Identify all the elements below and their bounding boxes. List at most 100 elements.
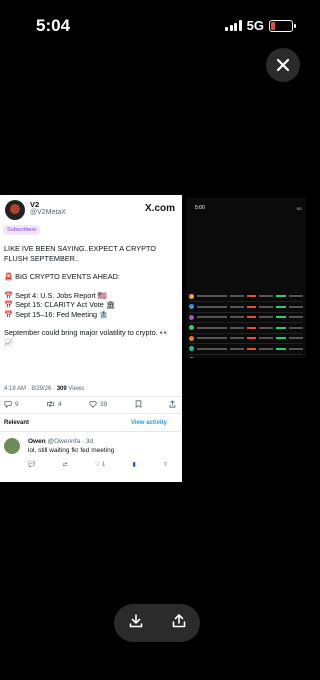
preview-row-icon [189, 356, 194, 358]
reply-upload-icon[interactable]: ⇧ [163, 461, 168, 468]
signal-icon [225, 20, 242, 31]
preview-row-cell [289, 305, 303, 308]
reply-button[interactable]: 9 [4, 400, 19, 408]
preview-row-cell [289, 347, 303, 350]
sort-relevant[interactable]: Relevant [4, 420, 29, 426]
preview-row-cell [196, 316, 227, 318]
preview-row-cell [229, 316, 244, 318]
preview-row-cell [289, 337, 303, 339]
preview-row-icon [189, 304, 194, 309]
preview-row-cell [276, 337, 287, 339]
retweet-icon [47, 400, 54, 408]
subscribers-label: Subscribers [7, 227, 37, 233]
preview-row-cell [196, 295, 227, 297]
preview-row-cell [259, 337, 274, 339]
reply-icon [4, 401, 12, 408]
tweet-body: LIKE IVE BEEN SAYING..EXPECT A CRYPTO FL… [4, 244, 176, 356]
preview-row-cell [229, 305, 244, 308]
network-label: 5G [246, 18, 264, 33]
tweet-actions: 9 4 39 [4, 400, 176, 408]
tweet-screenshot[interactable]: V2 @V2MetaX X.com Subscribers LIKE IVE B… [0, 195, 182, 482]
reply-like-count: 1 [101, 462, 106, 468]
preview-row-cell [276, 326, 287, 329]
preview-row-cell [246, 295, 257, 297]
reply-retweet-icon[interactable]: ⇄ [63, 461, 68, 468]
preview-row-icon [189, 325, 194, 330]
reply-text: lol, still waiting fkr fed meeting [28, 447, 115, 454]
secondary-screenshot-preview[interactable]: 5:00 5G [186, 198, 306, 358]
preview-row-cell [276, 316, 287, 318]
tweet-paragraph: LIKE IVE BEEN SAYING..EXPECT A CRYPTO FL… [4, 244, 156, 263]
preview-row-cell [246, 337, 257, 339]
preview-row-cell [259, 305, 274, 308]
preview-row-cell [246, 305, 257, 308]
preview-row-icon [189, 314, 194, 320]
reply-author: Owen @Owennfa · 3d [28, 438, 93, 445]
heart-icon [89, 400, 97, 408]
reply-bookmark-icon[interactable]: ▮ [132, 461, 135, 468]
like-count: 39 [100, 400, 108, 408]
preview-row-cell [276, 295, 287, 297]
preview-row-cell [229, 337, 244, 339]
divider [0, 396, 182, 397]
preview-row-icon [189, 346, 194, 351]
preview-row-cell [229, 326, 244, 329]
tweet-paragraph: 📅 Sept 4: U.S. Jobs Report 🇺🇸 📅 Sept 15:… [4, 290, 116, 319]
divider [0, 413, 182, 414]
preview-row-cell [229, 295, 244, 297]
preview-row-cell [246, 326, 257, 329]
reply-avatar [4, 438, 20, 454]
preview-row [189, 344, 303, 355]
tweet-meta: 4:19 AM · 8/29/26 · 309 Views [4, 386, 84, 392]
preview-row [189, 354, 303, 358]
close-icon [276, 58, 290, 72]
share-button[interactable] [171, 613, 187, 634]
preview-row-cell [196, 305, 227, 308]
like-button[interactable]: 39 [89, 400, 107, 408]
preview-row-cell [289, 316, 303, 318]
reply-name: Owen [28, 438, 46, 445]
preview-row-cell [246, 316, 257, 318]
preview-row [189, 291, 303, 302]
tweet-paragraph: September could bring major volatility t… [4, 328, 169, 347]
preview-row-cell [259, 326, 274, 329]
preview-status: 5G [296, 206, 302, 211]
preview-row-icon [189, 335, 194, 341]
preview-row-cell [259, 316, 274, 318]
subscribers-badge: Subscribers [3, 225, 41, 235]
tweet-timestamp: 4:19 AM · 8/29/26 · [4, 386, 57, 392]
view-activity-link[interactable]: View activity [131, 420, 167, 426]
preview-row-cell [289, 326, 303, 329]
preview-row-cell [246, 347, 257, 350]
reply-like-button[interactable]: ♡ 1 [95, 461, 105, 468]
bottom-action-pill [114, 604, 200, 642]
preview-row-cell [196, 326, 227, 329]
status-time: 5:04 [36, 16, 71, 35]
share-icon [172, 613, 185, 627]
preview-row [189, 312, 303, 323]
close-button[interactable] [266, 48, 300, 82]
bookmark-icon [135, 400, 141, 408]
preview-row-cell [196, 337, 227, 339]
download-button[interactable] [128, 613, 144, 634]
reply-handle: @Owennfa · 3d [47, 438, 94, 445]
preview-time: 5:00 [195, 205, 205, 211]
tweet-paragraph: 🚨 BIG CRYPTO EVENTS AHEAD: [4, 272, 120, 281]
preview-row [189, 333, 303, 344]
retweet-count: 4 [58, 400, 62, 408]
divider [0, 431, 182, 432]
reply-reply-icon[interactable]: 💬 [28, 461, 35, 468]
preview-row [189, 302, 303, 313]
retweet-button[interactable]: 4 [46, 400, 62, 408]
preview-row-cell [196, 347, 227, 350]
bookmark-button[interactable] [135, 400, 142, 408]
share-tweet-button[interactable] [169, 400, 176, 408]
preview-row-cell [276, 347, 287, 350]
author-avatar [5, 200, 25, 220]
preview-row-icon [189, 293, 194, 299]
author-handle: @V2MetaX [30, 209, 66, 216]
reply-actions: 💬 ⇄ ♡ 1 ▮ ⇧ [28, 461, 168, 468]
views-label: Views [66, 386, 85, 392]
preview-row-cell [289, 295, 303, 297]
preview-row [189, 323, 303, 334]
